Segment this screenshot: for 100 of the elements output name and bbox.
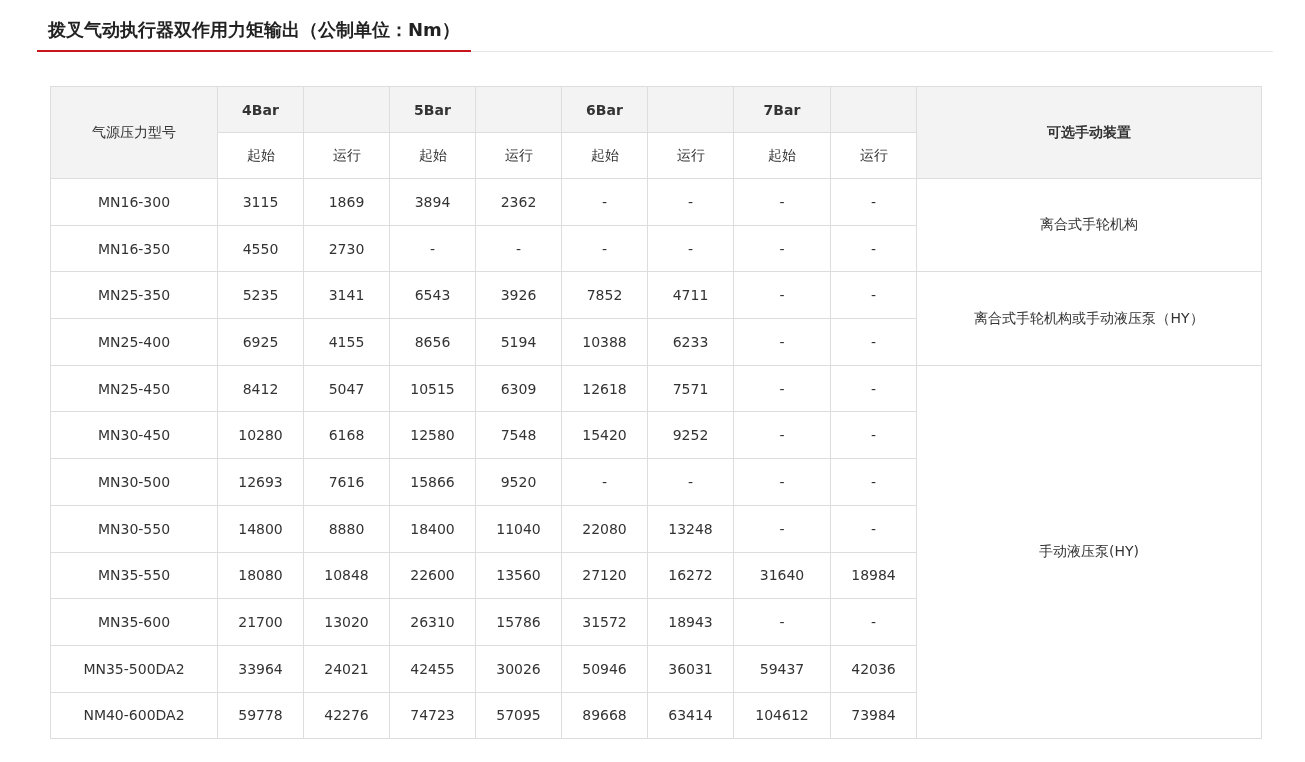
table-cell: - [561, 178, 648, 226]
table-cell: - [647, 458, 734, 506]
table-cell: MN16-350 [50, 225, 218, 272]
table-cell: 5047 [303, 365, 390, 412]
table-cell: MN30-450 [50, 411, 218, 459]
header-cell: 7Bar [733, 86, 831, 133]
section-title: 拨叉气动执行器双作用力矩输出（公制单位：Nm） [37, 14, 471, 52]
table-cell: - [733, 598, 831, 646]
table-cell: 8412 [217, 365, 304, 412]
header-cell: 起始 [389, 132, 476, 179]
table-cell: MN35-550 [50, 552, 218, 599]
table-cell: MN25-400 [50, 318, 218, 366]
table-cell: MN16-300 [50, 178, 218, 226]
table-cell: 离合式手轮机构 [916, 178, 1262, 272]
table-cell: - [733, 505, 831, 552]
table-cell: 2362 [475, 178, 562, 226]
table-cell: 13560 [475, 552, 562, 599]
table-cell: - [561, 225, 648, 272]
table-cell: - [733, 411, 831, 459]
table-cell: 22080 [561, 505, 648, 552]
table-cell: - [830, 178, 917, 226]
table-cell: 21700 [217, 598, 304, 646]
table-cell: MN35-500DA2 [50, 645, 218, 693]
table-cell: 4711 [647, 271, 734, 319]
table-cell: 15866 [389, 458, 476, 506]
header-cell: 运行 [303, 132, 390, 179]
table-cell: 2730 [303, 225, 390, 272]
table-cell: 26310 [389, 598, 476, 646]
table-cell: 10280 [217, 411, 304, 459]
header-cell: 运行 [475, 132, 562, 179]
table-cell: - [733, 271, 831, 319]
header-cell: 气源压力型号 [50, 86, 218, 179]
table-cell: 手动液压泵(HY) [916, 365, 1262, 739]
table-cell: - [475, 225, 562, 272]
header-cell: 运行 [830, 132, 917, 179]
table-cell: 7616 [303, 458, 390, 506]
table-cell: - [830, 365, 917, 412]
table-cell: 15786 [475, 598, 562, 646]
table-cell: NM40-600DA2 [50, 692, 218, 739]
table-cell: 42276 [303, 692, 390, 739]
header-cell: 6Bar [561, 86, 648, 133]
table-cell: 8656 [389, 318, 476, 366]
table-cell: 36031 [647, 645, 734, 693]
table-cell: 13248 [647, 505, 734, 552]
table-cell: 1869 [303, 178, 390, 226]
table-cell: 31640 [733, 552, 831, 599]
header-cell: 4Bar [217, 86, 304, 133]
table-cell: 5194 [475, 318, 562, 366]
table-cell: 15420 [561, 411, 648, 459]
table-cell: 59778 [217, 692, 304, 739]
table-cell: 63414 [647, 692, 734, 739]
table-cell: - [733, 458, 831, 506]
table-cell: - [647, 178, 734, 226]
table-cell: 12618 [561, 365, 648, 412]
table-cell: 6309 [475, 365, 562, 412]
table-cell: 10848 [303, 552, 390, 599]
table-cell: MN25-450 [50, 365, 218, 412]
header-cell: 起始 [217, 132, 304, 179]
table-cell: 14800 [217, 505, 304, 552]
table-cell: - [733, 225, 831, 272]
table-cell: 7852 [561, 271, 648, 319]
table-cell: 4550 [217, 225, 304, 272]
table-cell: 31572 [561, 598, 648, 646]
table-cell: - [733, 178, 831, 226]
table-cell: 12580 [389, 411, 476, 459]
table-cell: 24021 [303, 645, 390, 693]
header-cell: 起始 [733, 132, 831, 179]
table-cell: 22600 [389, 552, 476, 599]
table-cell: 3926 [475, 271, 562, 319]
table-cell: 104612 [733, 692, 831, 739]
table-cell: 离合式手轮机构或手动液压泵（HY） [916, 271, 1262, 366]
table-cell: 7571 [647, 365, 734, 412]
header-cell: 运行 [647, 132, 734, 179]
table-cell: 6168 [303, 411, 390, 459]
table-cell: 12693 [217, 458, 304, 506]
table-cell: 27120 [561, 552, 648, 599]
table-cell: MN30-550 [50, 505, 218, 552]
table-cell: 33964 [217, 645, 304, 693]
table-cell: - [830, 271, 917, 319]
table-cell: MN35-600 [50, 598, 218, 646]
table-cell: 6925 [217, 318, 304, 366]
table-cell: 7548 [475, 411, 562, 459]
table-cell: 5235 [217, 271, 304, 319]
table-cell: 8880 [303, 505, 390, 552]
table-cell: 57095 [475, 692, 562, 739]
table-cell: 50946 [561, 645, 648, 693]
table-cell: 6233 [647, 318, 734, 366]
table-cell: 59437 [733, 645, 831, 693]
table-cell: 42455 [389, 645, 476, 693]
table-cell: 9520 [475, 458, 562, 506]
table-cell: - [389, 225, 476, 272]
table-cell: 30026 [475, 645, 562, 693]
table-cell: 89668 [561, 692, 648, 739]
header-cell: 起始 [561, 132, 648, 179]
table-cell: 3115 [217, 178, 304, 226]
table-cell: - [733, 365, 831, 412]
table-cell: 16272 [647, 552, 734, 599]
header-cell: 可选手动装置 [916, 86, 1262, 179]
table-cell: 11040 [475, 505, 562, 552]
table-cell: 6543 [389, 271, 476, 319]
